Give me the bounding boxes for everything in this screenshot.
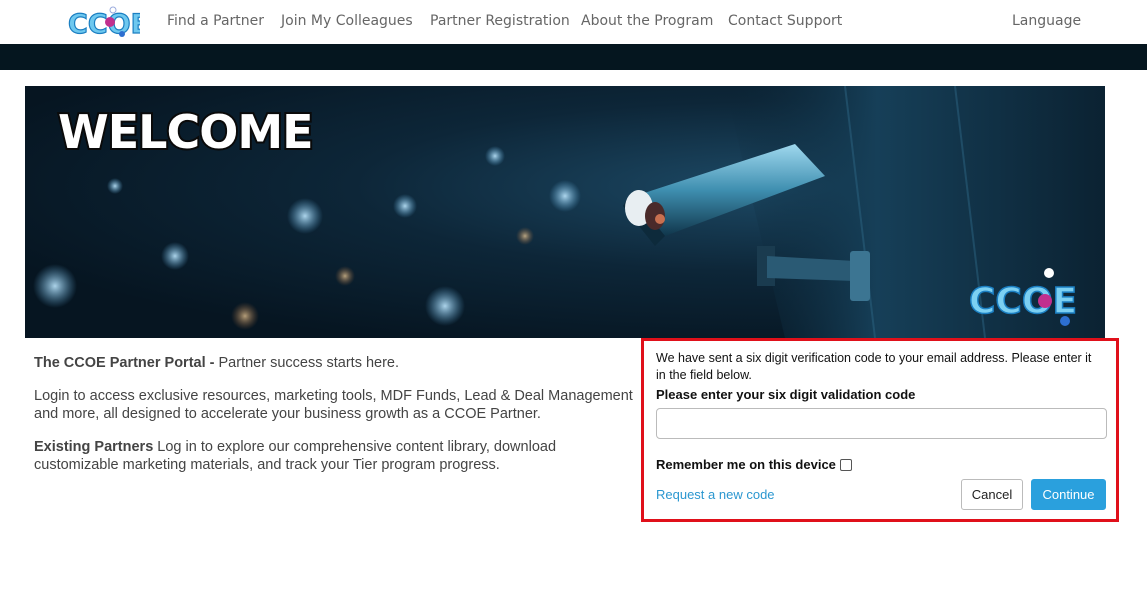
verification-message: We have sent a six digit verification co… (656, 351, 1092, 382)
top-navigation: CCOE Find a Partner Join My Colleagues P… (0, 0, 1147, 44)
remember-device-checkbox[interactable] (839, 458, 852, 471)
remember-device-label: Remember me on this device (656, 457, 836, 472)
existing-partners-title: Existing Partners (34, 439, 154, 455)
nav-join-my-colleagues[interactable]: Join My Colleagues (281, 13, 413, 29)
language-selector[interactable]: Language (1012, 13, 1081, 29)
code-field-label: Please enter your six digit validation c… (656, 387, 916, 402)
portal-title: The CCOE Partner Portal - (34, 355, 215, 371)
nav-about-the-program[interactable]: About the Program (581, 13, 713, 29)
cancel-button[interactable]: Cancel (961, 479, 1023, 510)
header-divider-bar (0, 44, 1147, 70)
svg-text:CCOE: CCOE (68, 9, 140, 39)
continue-button[interactable]: Continue (1031, 479, 1106, 510)
intro-section: The CCOE Partner Portal - Partner succes… (34, 354, 644, 489)
ccoe-logo[interactable]: CCOE (66, 5, 140, 39)
banner-illustration: WELCOME CCOE (33, 86, 1105, 338)
nav-partner-registration[interactable]: Partner Registration (430, 13, 570, 29)
login-description: Login to access exclusive resources, mar… (34, 388, 633, 422)
portal-intro-paragraph: The CCOE Partner Portal - Partner succes… (34, 354, 644, 372)
svg-text:CCOE: CCOE (969, 281, 1077, 322)
nav-find-a-partner[interactable]: Find a Partner (167, 13, 264, 29)
request-new-code-link[interactable]: Request a new code (656, 487, 775, 502)
welcome-banner: WELCOME CCOE (25, 86, 1105, 338)
verification-panel: We have sent a six digit verification co… (641, 338, 1119, 522)
welcome-headline: WELCOME (58, 105, 313, 159)
existing-partners-paragraph: Existing Partners Log in to explore our … (34, 438, 644, 474)
nav-contact-support[interactable]: Contact Support (728, 13, 842, 29)
verification-code-input[interactable] (656, 408, 1107, 439)
portal-tagline: Partner success starts here. (214, 355, 400, 371)
remember-device-row: Remember me on this device (656, 457, 852, 472)
